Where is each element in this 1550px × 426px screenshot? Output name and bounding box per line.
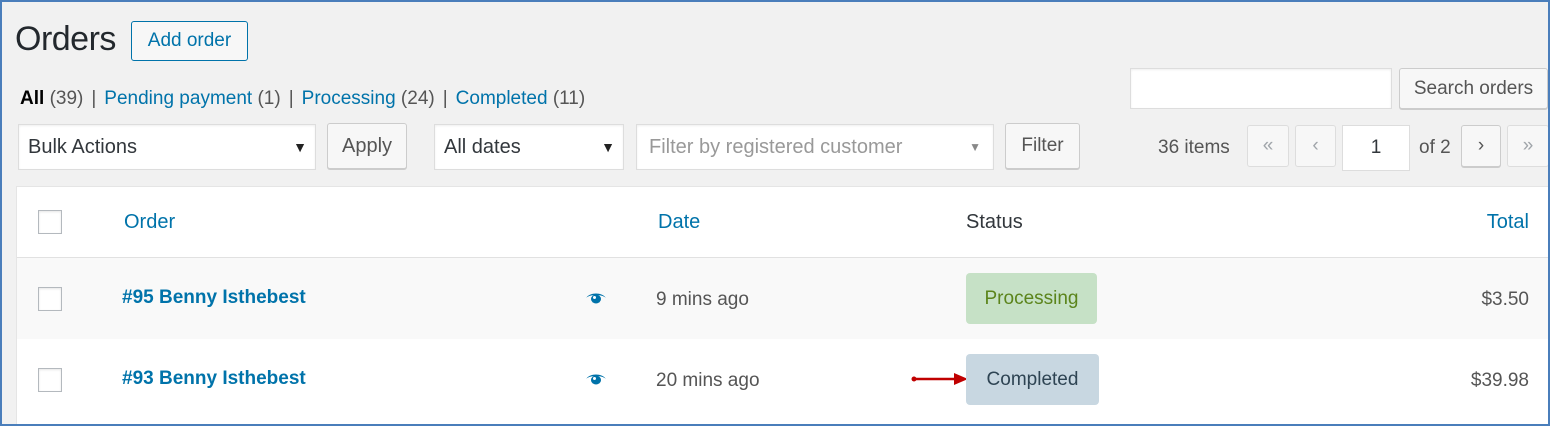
column-header-order[interactable]: Order — [124, 211, 175, 234]
select-all-checkbox[interactable] — [38, 210, 62, 234]
screenshot-frame: Orders Add order All (39) | Pending paymen… — [0, 0, 1550, 426]
total-pages: of 2 — [1419, 137, 1451, 158]
customer-filter-select[interactable]: Filter by registered customer ▼ — [636, 124, 994, 170]
dropdown-arrow-icon: ▼ — [293, 139, 307, 155]
page-title: Orders — [15, 20, 116, 58]
table-row: #93 Benny Isthebest 20 mins ago Complete… — [17, 339, 1548, 420]
order-total: $3.50 — [1481, 289, 1529, 310]
view-all[interactable]: All (39) — [20, 88, 83, 109]
customer-filter-placeholder: Filter by registered customer — [649, 136, 903, 158]
red-arrow-annotation — [910, 371, 972, 392]
dates-value: All dates — [444, 136, 521, 158]
next-page-button[interactable]: › — [1461, 125, 1501, 167]
status-badge: Completed — [966, 354, 1099, 405]
search-input[interactable] — [1130, 68, 1392, 109]
row-checkbox[interactable] — [38, 368, 62, 392]
row-checkbox[interactable] — [38, 287, 62, 311]
first-page-button[interactable]: « — [1247, 125, 1289, 167]
view-separator: | — [442, 88, 448, 109]
order-status-views: All (39) | Pending payment (1) | Processing … — [20, 88, 585, 110]
dropdown-arrow-icon: ▼ — [969, 140, 981, 154]
column-header-status: Status — [966, 211, 1023, 233]
view-processing[interactable]: Processing (24) — [302, 88, 435, 109]
eye-icon[interactable] — [585, 291, 607, 310]
table-row: #95 Benny Isthebest 9 mins ago Processin… — [17, 258, 1548, 339]
items-count: 36 items — [1158, 137, 1230, 158]
order-link[interactable]: #93 Benny Isthebest — [122, 368, 306, 390]
add-order-button[interactable]: Add order — [131, 21, 248, 61]
filter-button[interactable]: Filter — [1005, 123, 1080, 169]
last-page-button[interactable]: » — [1507, 125, 1548, 167]
bulk-actions-value: Bulk Actions — [28, 136, 137, 158]
status-badge: Processing — [966, 273, 1097, 324]
view-separator: | — [288, 88, 294, 109]
view-completed[interactable]: Completed (11) — [456, 88, 586, 109]
column-header-date[interactable]: Date — [658, 211, 700, 234]
previous-page-button[interactable]: ‹ — [1295, 125, 1336, 167]
bulk-actions-select[interactable]: Bulk Actions ▼ — [18, 124, 316, 170]
view-separator: | — [91, 88, 97, 109]
order-link[interactable]: #95 Benny Isthebest — [122, 287, 306, 309]
table-header: Order Date Status Total — [17, 187, 1548, 258]
orders-table: Order Date Status Total #95 Benny Istheb… — [16, 186, 1548, 424]
order-total: $39.98 — [1470, 370, 1529, 391]
column-header-total[interactable]: Total — [1487, 211, 1529, 234]
apply-button[interactable]: Apply — [327, 123, 407, 169]
order-date: 9 mins ago — [656, 289, 749, 310]
dates-select[interactable]: All dates ▼ — [434, 124, 624, 170]
search-orders-button[interactable]: Search orders — [1399, 68, 1548, 109]
view-pending-payment[interactable]: Pending payment (1) — [104, 88, 280, 109]
eye-icon[interactable] — [585, 372, 607, 391]
order-date: 20 mins ago — [656, 370, 760, 391]
dropdown-arrow-icon: ▼ — [601, 139, 615, 155]
current-page-input[interactable]: 1 — [1342, 125, 1410, 171]
